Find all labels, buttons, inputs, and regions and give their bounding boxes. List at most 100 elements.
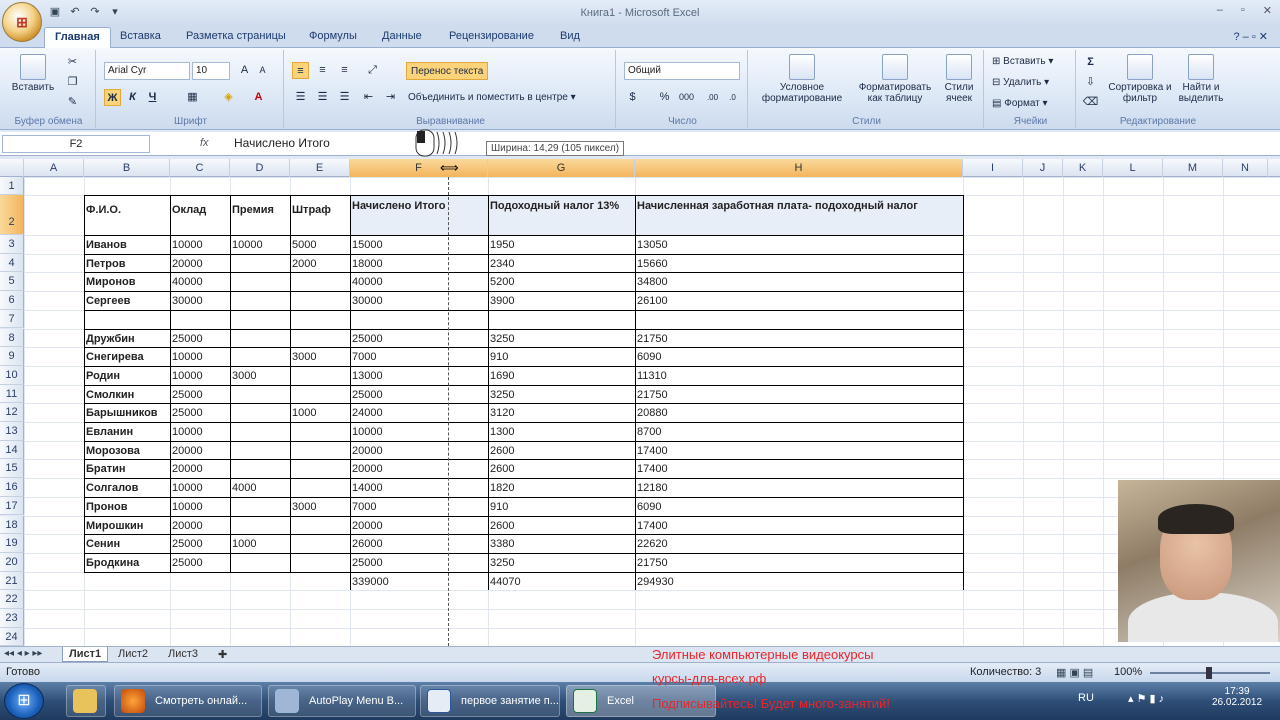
table-cell[interactable] xyxy=(230,385,290,404)
table-cell[interactable]: 25000 xyxy=(170,403,230,422)
table-cell[interactable] xyxy=(488,310,635,329)
table-cell[interactable]: 14000 xyxy=(350,478,488,497)
tab-data[interactable]: Данные xyxy=(382,30,422,42)
table-cell[interactable]: Пронов xyxy=(84,497,170,516)
table-cell[interactable]: 17400 xyxy=(635,516,963,535)
row-header[interactable]: 5 xyxy=(0,272,24,292)
sheet-nav-icon[interactable]: ◂◂ ◂ ▸ ▸▸ xyxy=(4,648,42,659)
align-middle-icon[interactable]: ≡ xyxy=(314,62,331,79)
insert-function-icon[interactable]: fx xyxy=(200,137,209,149)
taskbar-explorer[interactable] xyxy=(66,685,106,717)
table-cell[interactable]: 40000 xyxy=(350,272,488,291)
row-header[interactable]: 1 xyxy=(0,177,24,195)
font-color-icon[interactable]: A xyxy=(250,89,267,106)
office-button[interactable]: ⊞ xyxy=(2,2,42,42)
table-cell[interactable]: 24000 xyxy=(350,403,488,422)
table-header-cell[interactable]: Ф.И.О. xyxy=(84,195,170,235)
column-header-n[interactable]: N xyxy=(1223,159,1268,177)
table-cell[interactable]: 3900 xyxy=(488,291,635,310)
table-cell[interactable] xyxy=(635,310,963,329)
cell-styles-button[interactable]: Стили ячеек xyxy=(938,54,980,104)
table-header-cell[interactable]: Подоходный налог 13% xyxy=(488,195,635,235)
format-cells-button[interactable]: ▤ Формат ▾ xyxy=(992,98,1048,109)
table-cell[interactable]: 25000 xyxy=(170,329,230,348)
total-cell[interactable]: 294930 xyxy=(635,572,963,591)
column-header-i[interactable]: I xyxy=(963,159,1023,177)
clear-icon[interactable]: ⌫ xyxy=(1082,94,1099,111)
table-cell[interactable]: 26100 xyxy=(635,291,963,310)
row-header[interactable]: 6 xyxy=(0,291,24,310)
table-cell[interactable]: 2000 xyxy=(290,254,350,273)
table-cell[interactable] xyxy=(230,272,290,291)
table-cell[interactable]: 10000 xyxy=(350,422,488,441)
table-cell[interactable]: 20000 xyxy=(170,254,230,273)
table-cell[interactable]: Родин xyxy=(84,366,170,385)
table-cell[interactable]: 6090 xyxy=(635,347,963,366)
table-cell[interactable]: Смолкин xyxy=(84,385,170,404)
table-cell[interactable]: 4000 xyxy=(230,478,290,497)
column-header-d[interactable]: D xyxy=(230,159,290,177)
tab-insert[interactable]: Вставка xyxy=(120,30,161,42)
minimize-icon[interactable]: – xyxy=(1217,4,1223,17)
table-cell[interactable]: 20000 xyxy=(170,441,230,460)
row-header[interactable]: 8 xyxy=(0,328,24,348)
format-painter-icon[interactable]: ✎ xyxy=(64,94,81,111)
row-header[interactable]: 2 xyxy=(0,195,24,235)
orientation-icon[interactable]: ⤢ xyxy=(364,62,381,79)
row-header[interactable]: 24 xyxy=(0,627,24,647)
table-cell[interactable] xyxy=(230,329,290,348)
table-cell[interactable] xyxy=(290,534,350,553)
table-cell[interactable]: Снегирева xyxy=(84,347,170,366)
table-cell[interactable]: 30000 xyxy=(350,291,488,310)
table-cell[interactable]: 2600 xyxy=(488,516,635,535)
row-header[interactable]: 16 xyxy=(0,478,24,497)
table-cell[interactable]: 3120 xyxy=(488,403,635,422)
table-cell[interactable] xyxy=(230,497,290,516)
underline-button[interactable]: Ч xyxy=(144,89,161,106)
table-cell[interactable]: Барышников xyxy=(84,403,170,422)
table-cell[interactable] xyxy=(290,422,350,441)
table-cell[interactable]: 26000 xyxy=(350,534,488,553)
row-header[interactable]: 22 xyxy=(0,590,24,609)
table-cell[interactable] xyxy=(290,478,350,497)
total-cell[interactable]: 44070 xyxy=(488,572,635,591)
column-header-h[interactable]: H xyxy=(635,159,963,177)
tab-home[interactable]: Главная xyxy=(44,27,111,49)
taskbar-item-word[interactable]: первое занятие п... xyxy=(420,685,560,717)
table-cell[interactable]: 12180 xyxy=(635,478,963,497)
row-header[interactable]: 4 xyxy=(0,253,24,273)
table-cell[interactable] xyxy=(290,366,350,385)
table-header-cell[interactable]: Штраф xyxy=(290,195,350,235)
table-cell[interactable]: 1000 xyxy=(290,403,350,422)
table-cell[interactable]: 20000 xyxy=(170,516,230,535)
table-cell[interactable]: 3000 xyxy=(230,366,290,385)
table-cell[interactable]: 10000 xyxy=(170,478,230,497)
table-cell[interactable]: 910 xyxy=(488,497,635,516)
table-cell[interactable]: 2600 xyxy=(488,441,635,460)
table-cell[interactable]: 8700 xyxy=(635,422,963,441)
align-bottom-icon[interactable]: ≡ xyxy=(336,62,353,79)
table-cell[interactable]: 6090 xyxy=(635,497,963,516)
row-header[interactable]: 17 xyxy=(0,496,24,516)
table-cell[interactable]: 10000 xyxy=(170,235,230,254)
taskbar-item-browser[interactable]: Смотреть онлай... xyxy=(114,685,262,717)
row-header[interactable]: 7 xyxy=(0,309,24,329)
table-cell[interactable] xyxy=(230,310,290,329)
table-cell[interactable] xyxy=(290,272,350,291)
clock[interactable]: 17:39 26.02.2012 xyxy=(1212,686,1262,708)
table-cell[interactable]: 1950 xyxy=(488,235,635,254)
column-header-m[interactable]: M xyxy=(1163,159,1223,177)
table-cell[interactable]: 5200 xyxy=(488,272,635,291)
table-cell[interactable]: Братин xyxy=(84,459,170,478)
table-cell[interactable]: 25000 xyxy=(350,329,488,348)
table-cell[interactable]: 1000 xyxy=(230,534,290,553)
table-cell[interactable]: 1820 xyxy=(488,478,635,497)
close-icon[interactable]: ✕ xyxy=(1263,4,1272,17)
table-cell[interactable]: 10000 xyxy=(170,347,230,366)
column-header-l[interactable]: L xyxy=(1103,159,1163,177)
column-header-j[interactable]: J xyxy=(1023,159,1063,177)
align-top-icon[interactable]: ≡ xyxy=(292,62,309,79)
table-cell[interactable]: 25000 xyxy=(170,534,230,553)
column-header-c[interactable]: C xyxy=(170,159,230,177)
font-name-combo[interactable]: Arial Cyr xyxy=(104,62,190,80)
